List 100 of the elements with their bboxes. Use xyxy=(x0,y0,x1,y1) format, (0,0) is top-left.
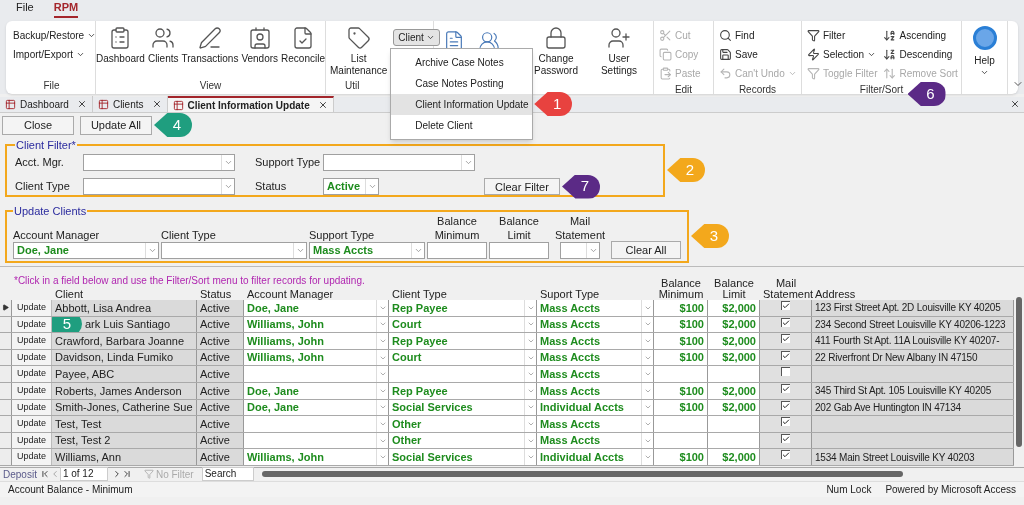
checkbox[interactable] xyxy=(781,383,790,393)
document-tab[interactable]: Dashboard xyxy=(0,96,93,112)
filter-icon xyxy=(807,67,820,80)
callout-marker: 2 xyxy=(667,158,705,182)
callout-marker: 3 xyxy=(691,224,729,248)
close-icon[interactable] xyxy=(317,100,328,110)
ribbon-button[interactable]: Ascending xyxy=(881,26,960,45)
ribbon-button[interactable]: User Settings xyxy=(588,26,650,77)
dropdown-cell[interactable] xyxy=(244,366,389,382)
form-button[interactable]: Clear Filter xyxy=(484,178,560,195)
ribbon-button[interactable]: Import/Export xyxy=(11,45,92,64)
dropdown-cell[interactable]: Social Services xyxy=(389,449,537,465)
first-record-icon[interactable] xyxy=(39,469,50,480)
help-button[interactable]: Help xyxy=(970,26,999,77)
caret-icon xyxy=(867,50,877,59)
ribbon-button[interactable]: Transactions xyxy=(180,26,240,65)
status-text: Account Balance - Minimum xyxy=(8,482,134,497)
close-icon[interactable] xyxy=(151,99,162,109)
input-field[interactable] xyxy=(489,241,549,259)
document-tab[interactable]: Clients xyxy=(92,96,168,112)
sort-ascending-icon xyxy=(883,29,897,42)
table-icon xyxy=(97,98,109,110)
dropdown-cell[interactable]: Mass Accts xyxy=(537,333,654,349)
dropdown-cell[interactable]: Other xyxy=(389,416,537,432)
record-position-field[interactable]: 1 of 12 xyxy=(59,467,108,482)
ribbon-button[interactable]: Vendors xyxy=(240,26,280,65)
menu-item[interactable]: Client Information Update xyxy=(391,94,533,115)
table-cell: 1534 Main Street Louisville KY 40203 xyxy=(812,449,1014,465)
table-cell xyxy=(654,366,708,382)
group-label: View xyxy=(199,79,222,92)
ribbon-button[interactable]: Save xyxy=(717,45,798,64)
panel-title: Client Filter* xyxy=(15,138,77,153)
dropdown-cell[interactable]: Rep Payee xyxy=(389,300,537,316)
close-icon[interactable] xyxy=(1010,99,1020,109)
dropdown-field[interactable]: Mass Accts xyxy=(309,241,425,259)
checkbox[interactable] xyxy=(781,417,790,427)
checkbox[interactable] xyxy=(781,334,790,344)
column-header: Balance Limit xyxy=(714,277,754,300)
copy-icon xyxy=(659,48,672,61)
table-cell: $2,000 xyxy=(708,300,760,316)
dropdown-cell[interactable]: Williams, John xyxy=(244,449,389,465)
checkbox[interactable] xyxy=(781,450,790,460)
checkbox[interactable] xyxy=(781,400,790,410)
caret-icon xyxy=(980,68,989,77)
update-button[interactable]: Update xyxy=(12,449,52,465)
tab-label: Dashboard xyxy=(20,97,69,112)
dropdown-field[interactable] xyxy=(161,241,307,259)
ribbon-button[interactable]: Reconcile xyxy=(280,26,326,65)
input-field[interactable] xyxy=(427,241,487,259)
checkbox[interactable] xyxy=(781,317,790,327)
dropdown-cell[interactable]: Mass Accts xyxy=(537,300,654,316)
ribbon-button[interactable]: List Maintenance xyxy=(329,26,389,77)
field-label: Mail Statement xyxy=(553,213,607,242)
update-button[interactable]: Update xyxy=(12,366,52,382)
dropdown-field[interactable] xyxy=(323,153,475,171)
dropdown-cell[interactable]: Mass Accts xyxy=(537,366,654,382)
dropdown-field[interactable]: Active xyxy=(323,178,379,195)
ribbon-button[interactable]: Selection xyxy=(805,45,880,64)
dropdown-field[interactable] xyxy=(83,153,235,171)
dropdown-field[interactable] xyxy=(83,178,235,195)
record-selector[interactable] xyxy=(0,300,12,316)
update-button[interactable]: Update xyxy=(12,333,52,349)
form-button[interactable]: Clear All xyxy=(611,240,681,259)
form-button[interactable]: Close xyxy=(2,115,74,135)
ribbon-button[interactable]: Clients xyxy=(146,26,180,65)
client-menu-button[interactable]: Client xyxy=(393,29,440,46)
dropdown-cell[interactable]: Rep Payee xyxy=(389,333,537,349)
checkbox[interactable] xyxy=(781,301,790,310)
document-tab[interactable]: Client Information Update xyxy=(167,96,334,112)
menu-item[interactable]: Delete Client xyxy=(391,115,533,136)
column-header: Client Type xyxy=(392,288,447,300)
dropdown-cell[interactable]: Individual Accts xyxy=(537,449,654,465)
checkbox[interactable] xyxy=(781,350,790,360)
checkbox[interactable] xyxy=(781,367,790,377)
ribbon-button[interactable]: Filter xyxy=(805,26,880,45)
people-icon xyxy=(151,26,176,50)
help-icon xyxy=(972,26,997,50)
dropdown-field[interactable]: Doe, Jane xyxy=(13,241,159,259)
ribbon-button[interactable]: Descending xyxy=(881,45,960,64)
field-label: Balance Minimum xyxy=(433,213,481,242)
search-field[interactable]: Search xyxy=(201,467,254,482)
ribbon-button[interactable]: Backup/Restore xyxy=(11,26,92,45)
form-button[interactable]: Update All xyxy=(80,115,152,135)
dropdown-cell[interactable] xyxy=(244,416,389,432)
field-label: Acct. Mgr. xyxy=(15,154,65,170)
update-button[interactable]: Update xyxy=(12,300,52,316)
last-record-icon[interactable] xyxy=(121,469,132,480)
ribbon-button[interactable]: Find xyxy=(717,26,798,45)
update-button[interactable]: Update xyxy=(12,416,52,432)
dropdown-cell[interactable] xyxy=(389,366,537,382)
table-cell: 411 Fourth St Apt. 11A Louisville KY 40207- xyxy=(812,333,1014,349)
ribbon-button[interactable]: Dashboard xyxy=(95,26,146,65)
checkbox[interactable] xyxy=(781,433,790,443)
dropdown-cell[interactable]: Doe, Jane xyxy=(244,300,389,316)
dropdown-field[interactable] xyxy=(560,241,600,259)
column-header: Address xyxy=(815,288,856,300)
menu-tab[interactable]: File xyxy=(16,0,34,18)
dropdown-cell[interactable]: Williams, John xyxy=(244,333,389,349)
close-icon[interactable] xyxy=(76,99,87,109)
dropdown-cell[interactable]: Mass Accts xyxy=(537,416,654,432)
